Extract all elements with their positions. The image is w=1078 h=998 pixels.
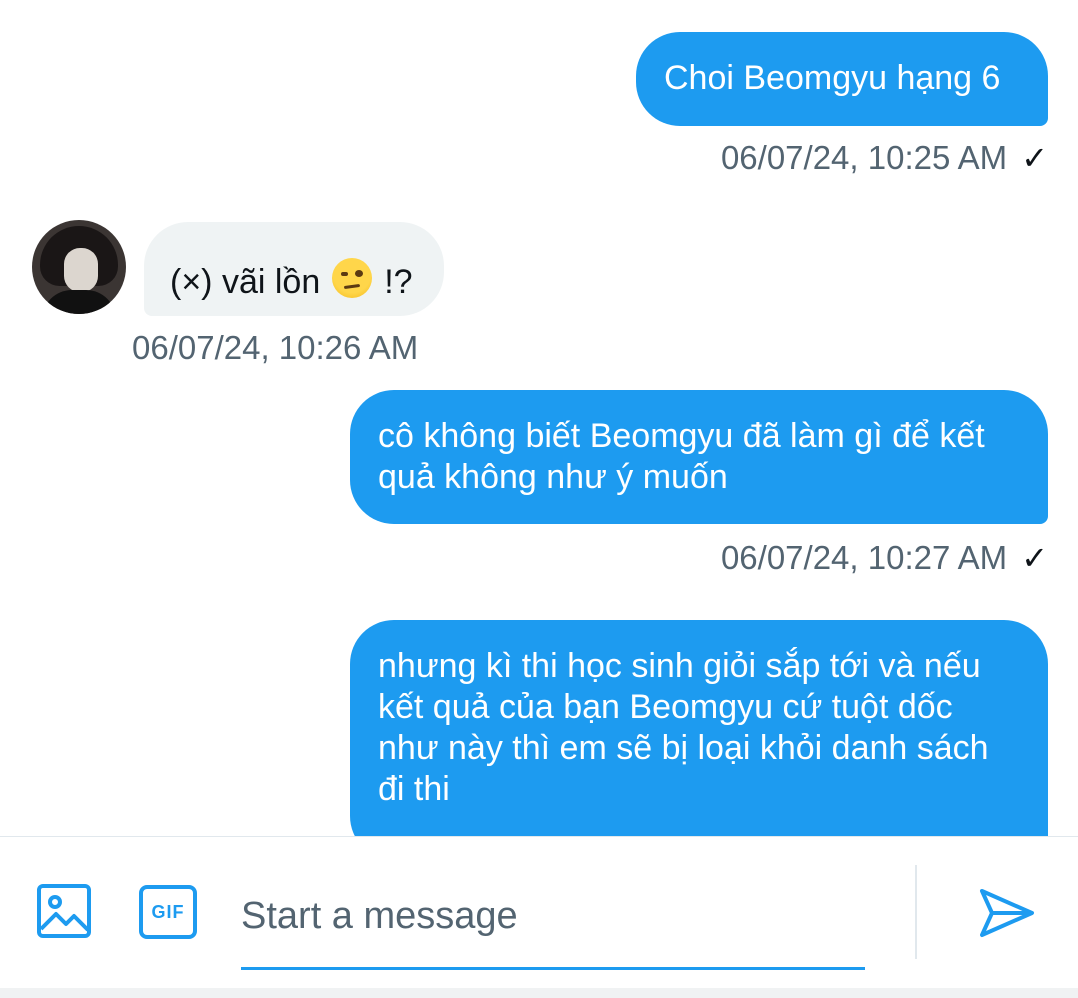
sent-check-icon: ✓ — [1021, 140, 1048, 176]
outgoing-message-bubble[interactable]: nhưng kì thi học sinh giỏi sắp tới và nế… — [350, 620, 1048, 836]
message-meta: 06/07/24, 10:27 AM ✓ — [721, 538, 1048, 578]
message-text: cô không biết Beomgyu đã làm gì để kết q… — [378, 417, 985, 496]
bottom-strip — [0, 988, 1078, 998]
message-text-suffix: !? — [384, 262, 413, 301]
avatar[interactable] — [32, 220, 126, 314]
sent-check-icon: ✓ — [1021, 540, 1048, 576]
message-meta: 06/07/24, 10:25 AM ✓ — [721, 138, 1048, 178]
message-composer: GIF — [0, 836, 1078, 998]
image-icon[interactable] — [36, 883, 92, 939]
gif-label: GIF — [151, 901, 185, 922]
message-timestamp: 06/07/24, 10:27 AM — [720, 539, 1008, 576]
gif-icon[interactable]: GIF — [139, 885, 197, 939]
message-timestamp: 06/07/24, 10:25 AM — [720, 139, 1008, 176]
input-underline — [241, 967, 865, 970]
message-list[interactable]: Choi Beomgyu hạng 6 06/07/24, 10:25 AM ✓… — [0, 0, 1078, 836]
avatar-body — [42, 290, 116, 314]
avatar-face — [64, 248, 98, 292]
raised-eyebrow-emoji-icon — [332, 258, 373, 298]
message-text: Choi Beomgyu hạng 6 — [664, 59, 1001, 97]
outgoing-message-bubble[interactable]: cô không biết Beomgyu đã làm gì để kết q… — [350, 390, 1048, 524]
message-text: nhưng kì thi học sinh giỏi sắp tới và nế… — [378, 647, 989, 808]
incoming-message-bubble[interactable]: (×) vãi lồn !? — [144, 222, 444, 316]
dm-conversation-screen: Choi Beomgyu hạng 6 06/07/24, 10:25 AM ✓… — [0, 0, 1078, 998]
message-timestamp: 06/07/24, 10:26 AM — [132, 329, 419, 366]
message-text: (×) vãi lồn — [170, 262, 321, 301]
message-input[interactable] — [241, 881, 865, 951]
outgoing-message-bubble[interactable]: Choi Beomgyu hạng 6 — [636, 32, 1048, 126]
composer-divider — [915, 865, 917, 959]
send-icon[interactable] — [978, 887, 1036, 939]
message-input-wrapper — [241, 881, 865, 971]
